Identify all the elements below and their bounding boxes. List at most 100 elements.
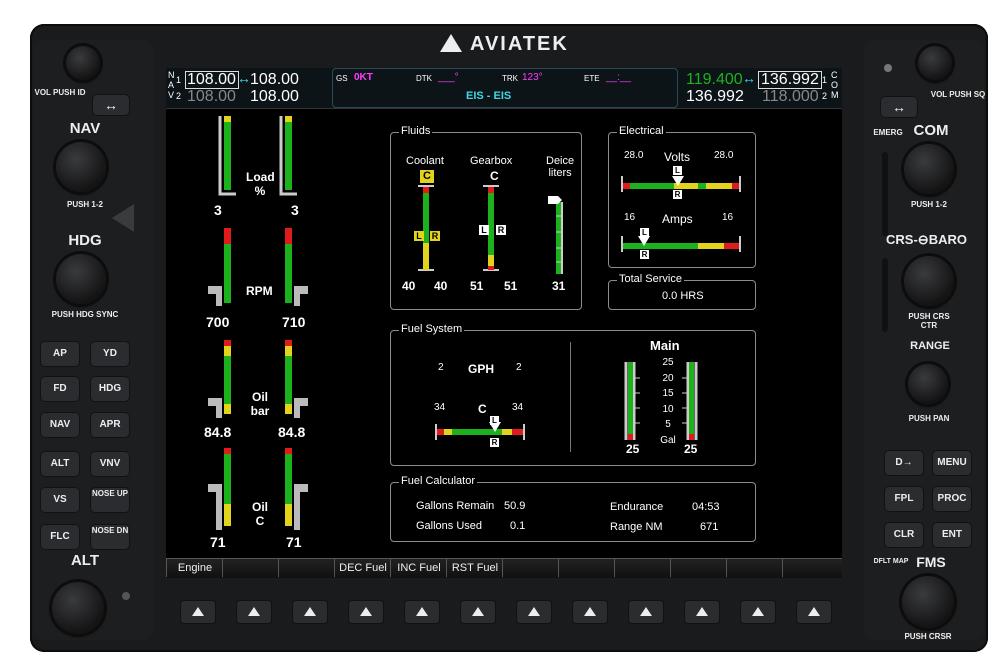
clr-button[interactable]: CLR: [884, 522, 924, 548]
top-status-bar: N A V 1 2 108.00 ↔ 108.00 108.00 108.00 …: [166, 68, 842, 109]
yd-button[interactable]: YD: [90, 341, 130, 367]
crs-push-label: PUSH CRS CTR: [908, 312, 950, 330]
gph-right-value: 2: [516, 362, 522, 373]
oil-bar-right-yellow: [285, 346, 292, 356]
main-scale-25: 25: [662, 357, 674, 368]
rpm-left-red: [224, 228, 231, 244]
main-scale-5: 5: [665, 419, 671, 430]
gallons-remain-label: Gallons Remain: [416, 500, 495, 512]
vol-sq-knob[interactable]: [918, 46, 952, 80]
page-title: EIS - EIS: [466, 90, 512, 102]
coolant-left-value: 40: [402, 279, 416, 293]
com2-active-freq[interactable]: 136.992: [686, 88, 744, 106]
right-slider-track[interactable]: [882, 258, 888, 332]
nose-up-button[interactable]: NOSE UP: [90, 487, 130, 513]
gallons-remain-value: 50.9: [504, 500, 526, 512]
softkey-label-3: [278, 558, 335, 577]
left-slider-track[interactable]: [882, 152, 888, 236]
nav2-standby-freq[interactable]: 108.00: [250, 88, 299, 106]
oil-bar-label-2: bar: [250, 404, 270, 418]
load-right-green: [285, 116, 292, 190]
vol-sq-label: VOL PUSH SQ: [930, 90, 986, 99]
fuel-calculator-title: Fuel Calculator: [399, 475, 477, 487]
flc-button[interactable]: FLC: [40, 524, 80, 550]
load-gauge-left: [218, 116, 236, 196]
volts-pointer-l: L: [673, 166, 682, 175]
nav1-active-freq[interactable]: 108.00: [187, 71, 236, 89]
softkey-6[interactable]: [460, 600, 496, 624]
softkey-11[interactable]: [740, 600, 776, 624]
main-scale: 25 20 15 10 5 Gal: [656, 355, 680, 448]
dtk-label: DTK: [416, 74, 432, 83]
gallons-used-value: 0.1: [510, 520, 526, 532]
hdg-knob[interactable]: [56, 254, 106, 304]
softkey-3[interactable]: [292, 600, 328, 624]
hdg-button[interactable]: HDG: [90, 376, 130, 402]
nose-dn-button[interactable]: NOSE DN: [90, 524, 130, 550]
amps-pointer-r: R: [640, 250, 649, 259]
oil-c-left-pointer: [208, 484, 222, 530]
softkey-4[interactable]: [348, 600, 384, 624]
direct-to-button[interactable]: D→: [884, 450, 924, 476]
volts-red-right: [732, 183, 740, 189]
range-joystick[interactable]: [908, 364, 948, 404]
electrical-gauges: [621, 176, 741, 252]
coolant-gauge: [418, 185, 434, 271]
nav2-active-freq[interactable]: 108.00: [187, 88, 236, 106]
ete-value: __:__: [606, 72, 632, 83]
load-left-green: [224, 116, 231, 190]
softkey-8[interactable]: [572, 600, 608, 624]
vs-button[interactable]: VS: [40, 487, 80, 513]
hdg-push-label: PUSH HDG SYNC: [51, 310, 119, 319]
apr-button[interactable]: APR: [90, 412, 130, 438]
com-tune-arrow-icon: ↔: [742, 70, 756, 86]
alt-button[interactable]: ALT: [40, 451, 80, 477]
softkey-1[interactable]: [180, 600, 216, 624]
softkey-9[interactable]: [628, 600, 664, 624]
softkey-7[interactable]: [516, 600, 552, 624]
fd-button[interactable]: FD: [40, 376, 80, 402]
oil-c-gauge-right: [285, 448, 308, 530]
com-swap-button[interactable]: ↔: [880, 96, 918, 118]
oil-bar-gauge-left: [208, 340, 231, 418]
oil-c-gauge-left: [208, 448, 231, 530]
ap-button[interactable]: AP: [40, 341, 80, 367]
softkey-12[interactable]: [796, 600, 832, 624]
com-knob[interactable]: [904, 144, 954, 194]
proc-button[interactable]: PROC: [932, 486, 972, 512]
oil-c-left-yellow: [224, 504, 231, 526]
vnv-button[interactable]: VNV: [90, 451, 130, 477]
softkey-5[interactable]: [404, 600, 440, 624]
ent-button[interactable]: ENT: [932, 522, 972, 548]
softkey-label-2: [222, 558, 279, 577]
nav-knob[interactable]: [56, 142, 106, 192]
com1-standby-freq[interactable]: 136.992: [761, 71, 819, 89]
menu-button[interactable]: MENU: [932, 450, 972, 476]
alt-knob[interactable]: [52, 582, 104, 634]
nav-swap-button[interactable]: ↔: [92, 94, 130, 116]
ete-label: ETE: [584, 74, 600, 83]
main-right-red: [689, 434, 694, 440]
nav-button[interactable]: NAV: [40, 412, 80, 438]
range-push-label: PUSH PAN: [908, 414, 950, 423]
com2-standby-freq[interactable]: 118.000: [762, 88, 819, 106]
brand-name: AVIATEK: [470, 33, 569, 55]
gs-value: 0KT: [354, 72, 373, 83]
softkey-2[interactable]: [236, 600, 272, 624]
range-label: RANGE: [910, 340, 950, 352]
brand-logo: AVIATEK: [440, 33, 569, 56]
vol-id-knob[interactable]: [66, 46, 100, 80]
crs-baro-knob[interactable]: [904, 256, 954, 306]
fuel-temp-bar: [435, 422, 525, 440]
softkey-10[interactable]: [684, 600, 720, 624]
oil-bar-left-red: [224, 340, 231, 346]
gearbox-red-top: [488, 187, 494, 193]
com-index-2: 2: [822, 91, 828, 101]
nav1-standby-freq[interactable]: 108.00: [250, 71, 299, 89]
fpl-button[interactable]: FPL: [884, 486, 924, 512]
amps-pointer-l: L: [640, 228, 649, 237]
crs-text: CRS: [886, 232, 914, 247]
com1-active-freq[interactable]: 119.400: [686, 71, 743, 89]
aviatek-logo-icon: [440, 34, 462, 52]
fms-knob[interactable]: [902, 576, 954, 628]
